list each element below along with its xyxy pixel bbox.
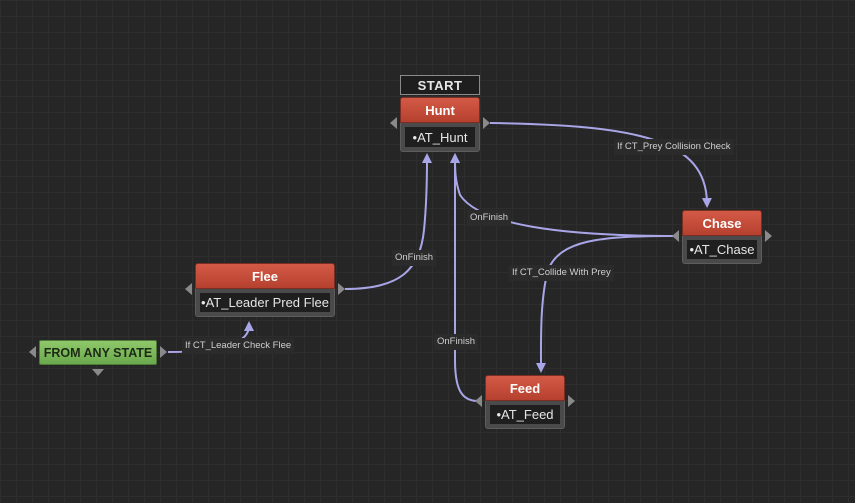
right-port-icon[interactable] bbox=[338, 283, 345, 295]
down-port-icon[interactable] bbox=[92, 369, 104, 376]
edge-hunt-to-chase bbox=[489, 122, 712, 208]
right-port-icon[interactable] bbox=[160, 346, 167, 358]
right-port-icon[interactable] bbox=[483, 117, 490, 129]
from-any-state-node[interactable]: FROM ANY STATE bbox=[39, 340, 157, 365]
edge-chase-to-feed bbox=[535, 235, 673, 373]
right-port-icon[interactable] bbox=[568, 395, 575, 407]
edge-feed-to-hunt bbox=[450, 153, 479, 402]
task-label: •AT_Feed bbox=[490, 405, 560, 424]
node-body: •AT_Hunt bbox=[400, 123, 480, 152]
start-marker: START bbox=[400, 75, 480, 95]
transition-label-feed-to-hunt[interactable]: OnFinish bbox=[434, 334, 479, 350]
state-node-hunt[interactable]: Hunt •AT_Hunt bbox=[390, 97, 490, 152]
left-port-icon[interactable] bbox=[390, 117, 397, 129]
task-label: •AT_Hunt bbox=[405, 127, 475, 147]
state-node-chase[interactable]: Chase •AT_Chase bbox=[672, 210, 772, 264]
node-title: Flee bbox=[195, 263, 335, 289]
left-port-icon[interactable] bbox=[185, 283, 192, 295]
right-port-icon[interactable] bbox=[765, 230, 772, 242]
task-label: •AT_Leader Pred Flee bbox=[200, 293, 330, 312]
transition-label-hunt-to-chase[interactable]: If CT_Prey Collision Check bbox=[614, 139, 734, 155]
transition-label-chase-to-feed[interactable]: If CT_Collide With Prey bbox=[509, 265, 614, 281]
node-title: Hunt bbox=[400, 97, 480, 123]
transition-label-any-to-flee[interactable]: If CT_Leader Check Flee bbox=[182, 338, 295, 354]
node-body: •AT_Feed bbox=[485, 401, 565, 429]
left-port-icon[interactable] bbox=[475, 395, 482, 407]
state-node-flee[interactable]: Flee •AT_Leader Pred Flee bbox=[185, 263, 345, 317]
left-port-icon[interactable] bbox=[672, 230, 679, 242]
transition-label-chase-to-hunt[interactable]: OnFinish bbox=[467, 210, 512, 226]
node-title: Chase bbox=[682, 210, 762, 236]
left-port-icon[interactable] bbox=[29, 346, 36, 358]
transition-label-flee-to-hunt[interactable]: OnFinish bbox=[392, 250, 437, 266]
state-node-feed[interactable]: Feed •AT_Feed bbox=[475, 375, 575, 429]
node-title: Feed bbox=[485, 375, 565, 401]
node-body: •AT_Chase bbox=[682, 236, 762, 264]
edge-flee-to-hunt bbox=[344, 153, 432, 290]
node-body: •AT_Leader Pred Flee bbox=[195, 289, 335, 317]
task-label: •AT_Chase bbox=[687, 240, 757, 259]
